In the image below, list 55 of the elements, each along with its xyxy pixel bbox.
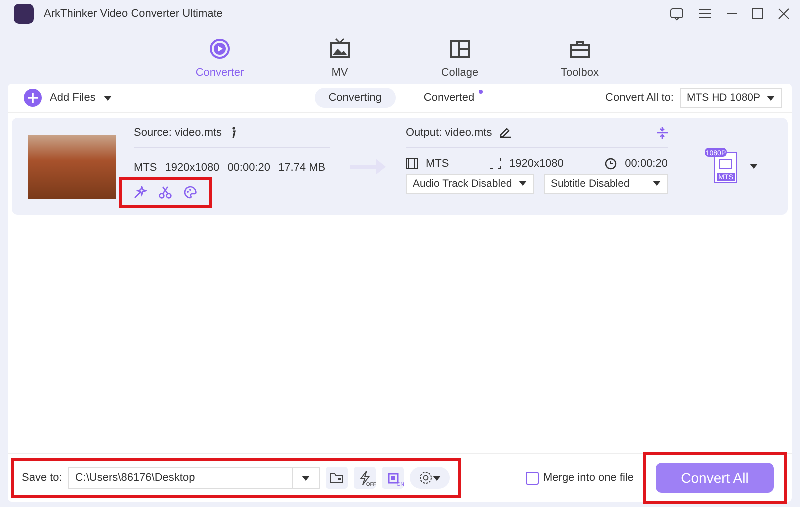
nav-tab[interactable]: Collage	[429, 36, 491, 80]
status-tab[interactable]: Converting	[314, 88, 396, 108]
plus-icon	[24, 89, 42, 107]
film-icon	[406, 158, 418, 169]
chip-icon	[386, 472, 400, 484]
layout-icon	[448, 37, 472, 61]
close-icon[interactable]	[778, 8, 790, 20]
audio-track-dropdown[interactable]: Audio Track Disabled	[406, 174, 534, 194]
scissors-icon[interactable]	[159, 186, 172, 198]
subtitle-dropdown[interactable]: Subtitle Disabled	[544, 174, 668, 194]
menu-icon[interactable]	[698, 8, 712, 20]
caret-icon	[302, 476, 310, 480]
clock-icon	[605, 158, 618, 170]
settings-button[interactable]	[410, 467, 450, 489]
tv-icon	[328, 37, 352, 61]
nav-tab[interactable]: MV	[309, 36, 371, 80]
caret-icon	[653, 181, 661, 186]
caret-icon	[104, 96, 112, 100]
caret-icon	[519, 181, 527, 186]
format-dropdown[interactable]: MTS HD 1080P	[680, 88, 782, 108]
nav-tab[interactable]: Converter	[189, 36, 251, 80]
save-to-label: Save to:	[22, 472, 62, 484]
convert-icon	[208, 37, 232, 61]
output-filename: Output: video.mts	[406, 126, 492, 138]
resize-icon	[490, 158, 502, 169]
output-format: MTS	[426, 158, 450, 170]
file-info: 1920x1080	[165, 162, 220, 174]
status-tab[interactable]: Converted	[410, 88, 489, 108]
output-duration: 00:00:20	[625, 158, 668, 170]
merge-label: Merge into one file	[544, 472, 634, 484]
settings-icon	[419, 471, 434, 485]
nav-tab[interactable]: Toolbox	[549, 36, 611, 80]
caret-icon	[767, 96, 775, 100]
window-title: ArkThinker Video Converter Ultimate	[44, 8, 224, 20]
add-files-button[interactable]: Add Files	[18, 88, 118, 108]
magic-wand-icon[interactable]	[134, 186, 147, 198]
output-resolution: 1920x1080	[509, 158, 564, 170]
merge-checkbox[interactable]	[526, 472, 538, 484]
file-info: 00:00:20	[228, 162, 271, 174]
pencil-icon[interactable]	[500, 127, 512, 138]
info-icon[interactable]	[230, 126, 236, 138]
chat-icon[interactable]	[670, 7, 684, 21]
palette-icon[interactable]	[184, 186, 197, 198]
convert-all-label: Convert All to:	[606, 92, 674, 104]
save-path-field[interactable]: C:\Users\86176\Desktop	[68, 467, 320, 489]
source-filename: Source: video.mts	[134, 126, 222, 138]
maximize-icon[interactable]	[752, 8, 764, 20]
app-logo	[14, 4, 34, 24]
caret-icon	[433, 476, 442, 480]
file-info: 17.74 MB	[278, 162, 326, 174]
file-info: MTS	[134, 162, 158, 174]
compress-icon[interactable]	[657, 126, 668, 138]
folder-icon	[330, 472, 344, 484]
caret-icon	[750, 164, 758, 169]
folder-button[interactable]	[326, 467, 348, 489]
